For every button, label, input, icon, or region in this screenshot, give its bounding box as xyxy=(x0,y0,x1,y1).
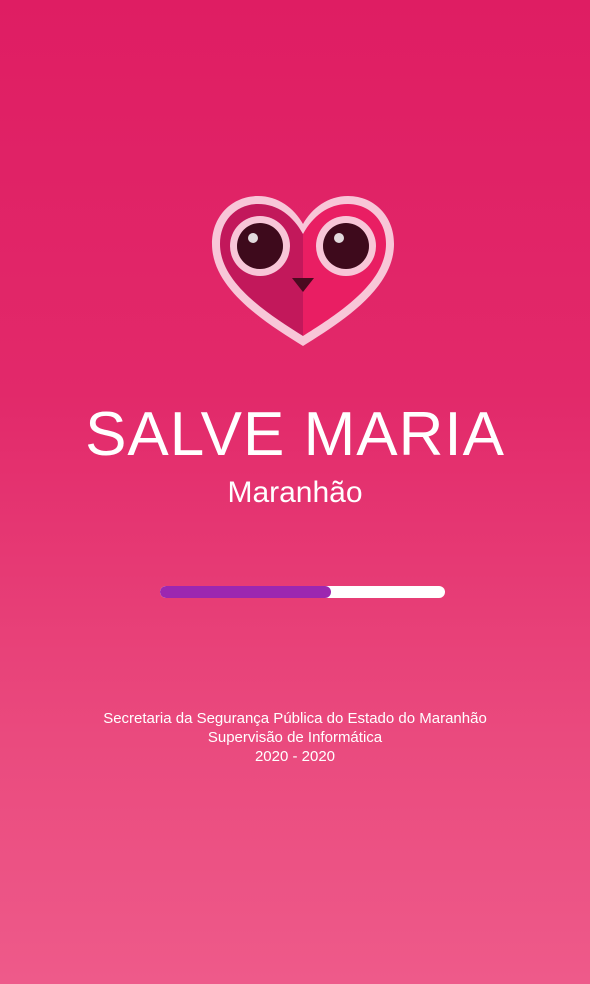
owl-heart-logo-icon xyxy=(212,196,394,346)
loading-progress-fill xyxy=(160,586,331,598)
left-eye xyxy=(237,223,283,269)
loading-progress-bar xyxy=(160,586,445,598)
left-eye-highlight xyxy=(248,233,258,243)
footer-organization: Secretaria da Segurança Pública do Estad… xyxy=(103,710,487,727)
app-subtitle: Maranhão xyxy=(227,476,363,509)
splash-screen: SALVE MARIA Maranhão Secretaria da Segur… xyxy=(0,0,590,984)
app-title: SALVE MARIA xyxy=(85,400,505,469)
right-eye xyxy=(323,223,369,269)
footer-years: 2020 - 2020 xyxy=(254,748,336,765)
footer-department: Supervisão de Informática xyxy=(207,729,383,746)
right-eye-highlight xyxy=(334,233,344,243)
footer-credits: Secretaria da Segurança Pública do Estad… xyxy=(0,709,590,766)
